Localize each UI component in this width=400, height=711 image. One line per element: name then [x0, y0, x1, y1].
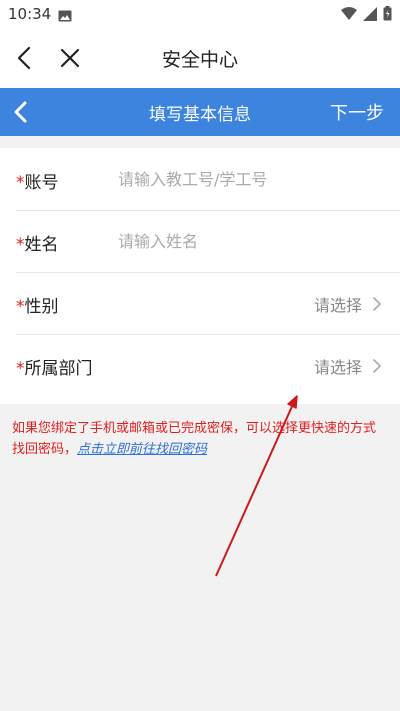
account-label: *账号 — [16, 173, 59, 193]
recover-password-link[interactable]: 点击立即前往找回密码 — [77, 442, 207, 457]
form-nav-bar: 填写基本信息 下一步 — [0, 88, 400, 136]
name-row: *姓名 — [16, 210, 400, 273]
chevron-right-icon — [373, 359, 381, 373]
gender-select-value: 请选择 — [313, 296, 362, 315]
department-select[interactable]: 请选择 — [314, 354, 382, 378]
webview-header: 安全中心 — [0, 28, 400, 88]
department-row[interactable]: *所属部门 请选择 — [16, 334, 400, 396]
department-select-value: 请选择 — [313, 358, 362, 377]
image-notification-icon — [58, 7, 72, 26]
account-input[interactable] — [118, 167, 378, 191]
status-bar: 10:34 — [0, 0, 400, 28]
account-row: *账号 — [16, 148, 400, 211]
chevron-right-icon — [373, 297, 381, 311]
signal-icon — [363, 6, 377, 25]
next-step-button[interactable]: 下一步 — [330, 99, 384, 125]
department-label: *所属部门 — [16, 359, 93, 379]
gender-select[interactable]: 请选择 — [314, 292, 382, 316]
battery-icon — [383, 6, 392, 25]
recovery-notice: 如果您绑定了手机或邮箱或已完成密保，可以选择更快速的方式找回密码，点击立即前往找… — [12, 418, 388, 460]
wifi-icon — [341, 6, 357, 25]
status-time: 10:34 — [8, 5, 52, 23]
gender-label: *性别 — [16, 297, 59, 317]
basic-info-form: *账号 *姓名 *性别 请选择 *所属部门 请选择 — [0, 148, 400, 404]
name-input[interactable] — [118, 229, 378, 253]
page-title: 安全中心 — [161, 49, 238, 71]
gender-row[interactable]: *性别 请选择 — [16, 272, 400, 335]
name-label: *姓名 — [16, 235, 59, 255]
